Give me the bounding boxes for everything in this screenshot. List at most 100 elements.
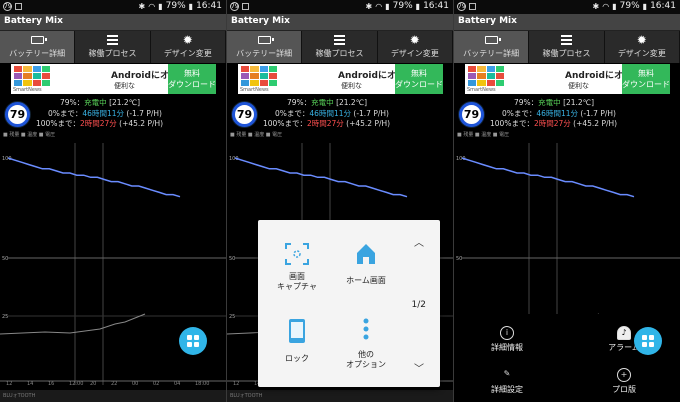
tab-battery-detail[interactable]: バッテリー詳細 — [227, 31, 303, 63]
x-tick-label: 12 — [233, 381, 240, 387]
menu-fab-button[interactable] — [179, 327, 207, 355]
battery-percent: 79% — [165, 1, 186, 11]
bluetooth-icon: ✱ — [365, 1, 373, 11]
photo-notification-icon — [15, 3, 22, 10]
screen-capture-icon — [285, 243, 309, 265]
ad-title: Androidにオ — [565, 71, 623, 81]
ad-download-button[interactable]: 無料 ダウンロード — [168, 64, 216, 94]
gear-icon: ✹ — [182, 33, 193, 47]
charge-rate: (+45.2 P/H) — [346, 119, 391, 128]
ad-banner[interactable]: SmartNews Androidにオ 便利な 無料 ダウンロード — [465, 64, 670, 94]
x-tick-label: 00 — [132, 381, 139, 387]
smartnews-logo — [14, 66, 50, 86]
advanced-settings-button[interactable]: ✎ 詳細設定 — [482, 368, 532, 395]
temperature: [21.2℃] — [563, 98, 595, 107]
full-label: 100%まで： — [490, 119, 534, 128]
scroll-up-icon[interactable]: ︿ — [414, 234, 424, 249]
tab-processes[interactable]: 稼働プロセス — [75, 31, 151, 63]
photo-notification-icon — [469, 3, 476, 10]
charge-status: 充電中 — [538, 98, 561, 107]
ad-button-line: ダウンロード — [168, 80, 216, 89]
empty-label: 0%まで： — [48, 108, 83, 118]
signal-icon: ▮ — [385, 1, 390, 11]
discharge-rate: (-1.7 P/H) — [580, 108, 616, 118]
app-title: Battery Mix — [4, 16, 63, 26]
ad-button-line: ダウンロード — [622, 80, 670, 89]
bell-icon: ♪ — [617, 326, 631, 340]
ad-button-line: 無料 — [411, 69, 427, 78]
tab-design[interactable]: ✹ デザイン変更 — [604, 31, 680, 63]
x-axis-ticks: 12 14 16 12:00 20 22 00 02 04 18:00 — [0, 381, 226, 389]
detail-info-button[interactable]: i 詳細情報 — [482, 326, 532, 353]
tab-label: デザイン変更 — [617, 49, 666, 58]
status-bar: 79 ✱ ◠ ▮ 79% ▮ 16:41 — [227, 0, 453, 14]
battery-level-circle: 79 — [459, 102, 484, 127]
ad-subtitle: 便利な — [341, 82, 362, 90]
pro-version-button[interactable]: + プロ版 — [599, 368, 649, 395]
x-tick-label: 12 — [6, 381, 13, 387]
capture-label: 画面 — [289, 272, 305, 281]
level-text: 79%： — [287, 98, 312, 107]
ad-button-line: 無料 — [184, 69, 200, 78]
time-to-full: 2時間27分 — [306, 119, 344, 128]
detail-label: 詳細情報 — [491, 343, 523, 352]
ad-button-line: ダウンロード — [395, 80, 443, 89]
ad-brand: SmartNews — [467, 87, 496, 93]
tab-design[interactable]: ✹ デザイン変更 — [377, 31, 453, 63]
battery-percent: 79% — [392, 1, 413, 11]
quick-action-popup: 画面 キャプチャ ホーム画面 ︿ 1/2 ロック 他の オプション ﹀ — [258, 220, 440, 387]
signal-icon: ▮ — [158, 1, 163, 11]
chart-legend: ■ 残量 ■ 温度 ■ 電圧 — [457, 132, 510, 138]
battery-level-line — [461, 157, 635, 198]
tab-label: 稼働プロセス — [542, 49, 591, 58]
ad-download-button[interactable]: 無料 ダウンロード — [395, 64, 443, 94]
tab-label: デザイン変更 — [163, 49, 212, 58]
ad-title: Androidにオ — [111, 71, 169, 81]
wifi-icon: ◠ — [602, 1, 610, 11]
ad-banner[interactable]: SmartNews Androidにオ 便利な 無料 ダウンロード — [238, 64, 443, 94]
signal-icon: ▮ — [612, 1, 617, 11]
charge-rate: (+45.2 P/H) — [573, 119, 618, 128]
lock-button[interactable]: ロック — [270, 318, 324, 364]
other-options-button[interactable]: 他の オプション — [338, 318, 394, 370]
charge-status: 充電中 — [311, 98, 334, 107]
bottom-status-strip: BLUォTOOTH — [227, 390, 453, 402]
time-to-full: 2時間27分 — [79, 119, 117, 128]
ad-download-button[interactable]: 無料 ダウンロード — [622, 64, 670, 94]
battery-info: 79%：充電中 [21.2℃] 0%まで：46時間11分 (-1.7 P/H) … — [263, 98, 451, 130]
tab-battery-detail[interactable]: バッテリー詳細 — [454, 31, 530, 63]
lock-label: ロック — [285, 354, 309, 363]
full-label: 100%まで： — [36, 119, 80, 128]
x-tick-label: 02 — [153, 381, 160, 387]
full-label: 100%まで： — [263, 119, 307, 128]
time-to-empty: 46時間11分 — [309, 108, 351, 118]
lock-icon — [289, 319, 305, 343]
clock: 16:41 — [196, 1, 222, 11]
x-tick-label: 04 — [174, 381, 181, 387]
home-screen-button[interactable]: ホーム画面 — [338, 242, 394, 286]
time-to-full: 2時間27分 — [533, 119, 571, 128]
battery-icon — [484, 36, 501, 44]
battery-status-icon: ▮ — [415, 1, 421, 11]
tab-battery-detail[interactable]: バッテリー詳細 — [0, 31, 76, 63]
wifi-icon: ◠ — [375, 1, 383, 11]
tab-processes[interactable]: 稼働プロセス — [302, 31, 378, 63]
tab-processes[interactable]: 稼働プロセス — [529, 31, 605, 63]
wrench-icon: ✎ — [503, 369, 511, 378]
notification-badge: 79 — [457, 2, 466, 11]
ad-banner[interactable]: SmartNews Androidにオ 便利な 無料 ダウンロード — [11, 64, 216, 94]
battery-info: 79%：充電中 [21.2℃] 0%まで：46時間11分 (-1.7 P/H) … — [36, 98, 224, 130]
x-tick-label: 20 — [90, 381, 97, 387]
screen-3: 79 ✱ ◠ ▮ 79% ▮ 16:41 Battery Mix バッテリー詳細 稼働プロ… — [454, 0, 680, 402]
battery-icon — [30, 36, 47, 44]
tab-bar: バッテリー詳細 稼働プロセス ✹ デザイン変更 — [227, 31, 453, 63]
page-indicator: 1/2 — [411, 300, 426, 310]
tab-design[interactable]: ✹ デザイン変更 — [150, 31, 226, 63]
screen-capture-button[interactable]: 画面 キャプチャ — [270, 242, 324, 292]
app-titlebar: Battery Mix — [227, 14, 453, 31]
status-bar: 79 ✱ ◠ ▮ 79% ▮ 16:41 — [0, 0, 226, 14]
ad-subtitle: 便利な — [114, 82, 135, 90]
scroll-down-icon[interactable]: ﹀ — [414, 360, 424, 375]
menu-fab-button[interactable] — [634, 327, 662, 355]
other-label: オプション — [346, 360, 386, 369]
